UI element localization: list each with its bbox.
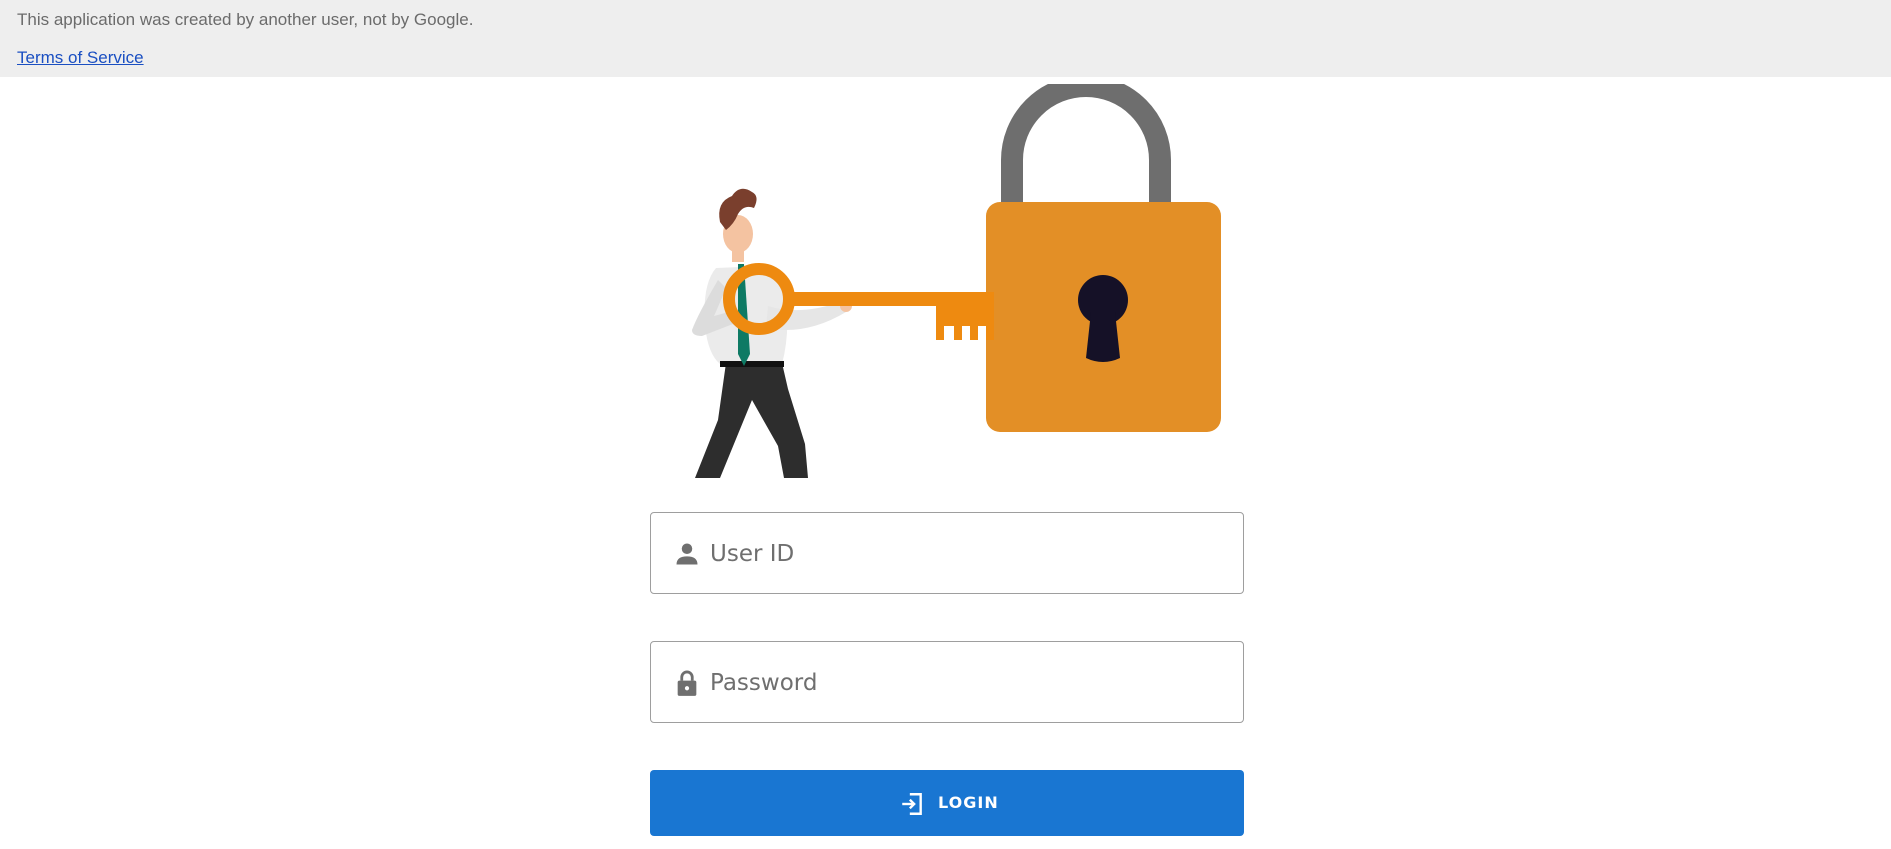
login-illustration <box>692 84 1221 478</box>
password-placeholder: Password <box>710 670 818 696</box>
user-id-placeholder: User ID <box>710 541 795 567</box>
login-button-label: LOGIN <box>938 793 999 812</box>
person-icon <box>676 543 698 565</box>
terms-of-service-link[interactable]: Terms of Service <box>17 48 144 68</box>
password-field[interactable]: Password <box>650 641 1244 723</box>
login-button[interactable]: LOGIN <box>650 770 1244 836</box>
banner-notice-text: This application was created by another … <box>17 10 474 29</box>
padlock-shackle <box>1001 84 1171 202</box>
google-notice-banner: This application was created by another … <box>0 0 1891 77</box>
key-shaft <box>788 292 994 306</box>
login-icon <box>902 793 922 815</box>
lock-icon <box>677 670 697 696</box>
user-id-field[interactable]: User ID <box>650 512 1244 594</box>
